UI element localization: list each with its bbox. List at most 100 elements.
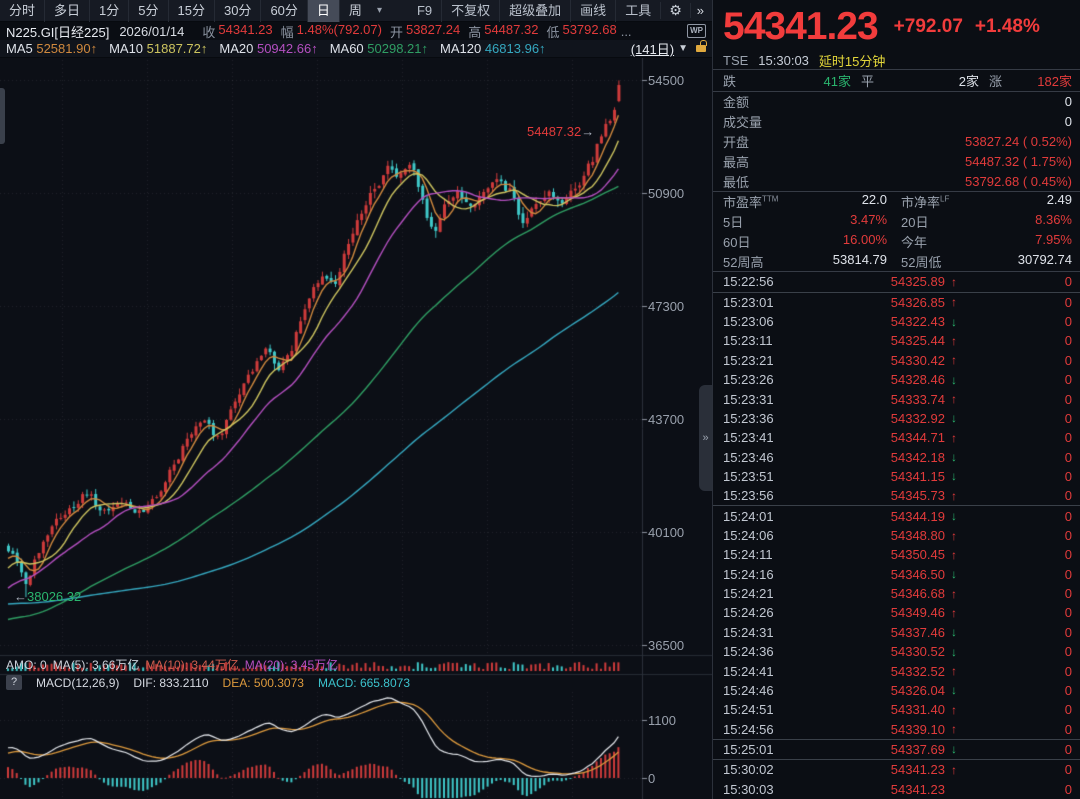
macd-values: MACD(12,26,9)DIF: 833.2110DEA: 500.3073M… — [36, 676, 424, 690]
tick-time: 15:24:31 — [723, 625, 815, 640]
tick-row[interactable]: 15:24:4154332.52↑0 — [713, 661, 1080, 680]
visible-period-label[interactable]: (141日) — [631, 39, 674, 58]
tick-row[interactable]: 15:30:0354341.230 — [713, 780, 1080, 799]
tick-row[interactable]: 15:24:0154344.19↓0 — [713, 506, 1080, 525]
tick-row[interactable]: 15:24:1654346.50↓0 — [713, 565, 1080, 584]
down-arrow-icon: ↓ — [945, 742, 963, 756]
symbol-name[interactable]: N225.GI[日经225] — [6, 22, 109, 41]
tick-row[interactable]: 15:30:0254341.23↑0 — [713, 760, 1080, 779]
tick-row[interactable]: 15:23:5654345.73↑0 — [713, 486, 1080, 506]
tick-time: 15:23:26 — [723, 372, 815, 387]
tick-row[interactable]: 15:24:2654349.46↑0 — [713, 603, 1080, 622]
ratio-label: 20日 — [901, 212, 928, 231]
up-arrow-icon: ↑ — [945, 763, 963, 777]
toolbar-button-超级叠加[interactable]: 超级叠加 — [499, 0, 570, 22]
tab-period-日[interactable]: 日 — [307, 0, 339, 22]
ratio-value: 16.00% — [843, 232, 887, 251]
unlock-icon[interactable] — [696, 45, 706, 52]
toolbar-button-不复权[interactable]: 不复权 — [441, 0, 499, 22]
stat-row[interactable]: 最低53792.68 ( 0.45%) — [713, 171, 1080, 192]
period-dropdown-icon[interactable]: ▼ — [678, 43, 688, 54]
stat-row[interactable]: 开盘53827.24 ( 0.52%) — [713, 132, 1080, 152]
flat-label: 平 — [861, 71, 874, 90]
wp-monitor-icon[interactable]: WP — [687, 24, 706, 38]
stat-value: 0 — [1065, 114, 1072, 129]
tick-row[interactable]: 15:23:3154333.74↑0 — [713, 389, 1080, 408]
y-axis-label: 40100 — [648, 525, 684, 540]
tab-period-1分[interactable]: 1分 — [89, 0, 128, 22]
quote-label: 收 — [202, 22, 215, 41]
left-panel-collapse-handle[interactable] — [0, 88, 5, 144]
tick-row[interactable]: 15:23:2154330.42↑0 — [713, 351, 1080, 370]
up-arrow-icon: ↑ — [945, 722, 963, 736]
quote-value: 54341.23 — [218, 22, 272, 41]
tick-row[interactable]: 15:25:0154337.69↓0 — [713, 740, 1080, 760]
up-arrow-icon: ↑ — [945, 606, 963, 620]
tick-row[interactable]: 15:23:3654332.92↓0 — [713, 409, 1080, 428]
tick-volume: 0 — [1065, 392, 1072, 407]
macd-y-axis-label: 0 — [648, 771, 655, 786]
tick-volume: 0 — [1065, 430, 1072, 445]
tick-row[interactable]: 15:24:1154350.45↑0 — [713, 545, 1080, 564]
tick-volume: 0 — [1065, 547, 1072, 562]
time-sales-list: 15:22:5654325.89↑015:23:0154326.85↑015:2… — [713, 272, 1080, 799]
tab-period-60分[interactable]: 60分 — [260, 0, 306, 22]
last-price-row: 54341.23 +792.07 +1.48% — [713, 0, 1080, 52]
ma-legend-bar: MA5 52581.90↑MA10 51887.72↑MA20 50942.66… — [0, 40, 712, 58]
ratio-row[interactable]: 5日3.47%20日8.36% — [713, 212, 1080, 232]
ratio-right: 今年7.95% — [887, 232, 1072, 251]
tick-row[interactable]: 15:23:4154344.71↑0 — [713, 428, 1080, 447]
tick-row[interactable]: 15:24:2154346.68↑0 — [713, 584, 1080, 603]
tab-period-分时[interactable]: 分时 — [0, 0, 44, 22]
tick-row[interactable]: 15:23:4654342.18↓0 — [713, 447, 1080, 466]
toolbar-button-画线[interactable]: 画线 — [570, 0, 615, 22]
stat-row[interactable]: 最高54487.32 ( 1.75%) — [713, 151, 1080, 171]
ratio-row[interactable]: 市盈率TTM22.0市净率LF2.49 — [713, 192, 1080, 212]
tick-row[interactable]: 15:24:3154337.46↓0 — [713, 623, 1080, 642]
ratio-label: 市盈率TTM — [723, 192, 778, 211]
toolbar-button-工具[interactable]: 工具 — [615, 0, 660, 22]
period-toolbar: 分时多日1分5分15分30分60分日周 ▾ F9不复权超级叠加画线工具 ⚙ » — [0, 0, 712, 22]
tick-row[interactable]: 15:23:1154325.44↑0 — [713, 331, 1080, 350]
quote-label: 高 — [468, 22, 481, 41]
stat-row[interactable]: 金额0 — [713, 92, 1080, 112]
tab-period-5分[interactable]: 5分 — [128, 0, 167, 22]
tick-row[interactable]: 15:23:0154326.85↑0 — [713, 293, 1080, 312]
tick-row[interactable]: 15:24:5654339.10↑0 — [713, 719, 1080, 739]
tick-row[interactable]: 15:22:5654325.89↑0 — [713, 272, 1080, 292]
tab-period-多日[interactable]: 多日 — [44, 0, 89, 22]
tick-price: 54349.46 — [815, 605, 945, 620]
y-axis-label: 43700 — [648, 412, 684, 427]
stat-row[interactable]: 成交量0 — [713, 112, 1080, 132]
gear-icon[interactable]: ⚙ — [660, 2, 690, 19]
tick-row[interactable]: 15:24:5154331.40↑0 — [713, 700, 1080, 719]
tab-period-周[interactable]: 周 — [339, 0, 371, 22]
tick-row[interactable]: 15:24:4654326.04↓0 — [713, 681, 1080, 700]
panel-collapse-handle[interactable]: » — [699, 385, 712, 491]
ratio-row[interactable]: 52周高53814.7952周低30792.74 — [713, 251, 1080, 271]
ma-value: 51887.72↑ — [147, 41, 208, 56]
tab-period-30分[interactable]: 30分 — [214, 0, 260, 22]
toolbar-button-F9[interactable]: F9 — [408, 0, 441, 22]
toolbar-overflow-icon[interactable]: » — [690, 3, 712, 18]
ratio-row[interactable]: 60日16.00%今年7.95% — [713, 232, 1080, 252]
up-arrow-icon: ↑ — [945, 529, 963, 543]
ma-legend-items: MA5 52581.90↑MA10 51887.72↑MA20 50942.66… — [6, 41, 558, 56]
quote-label: 低 — [546, 22, 559, 41]
help-icon[interactable]: ? — [6, 675, 22, 690]
ma-label: MA20 — [219, 41, 257, 56]
tick-price: 54332.52 — [815, 664, 945, 679]
amo-segment: AMO: 0 — [6, 658, 47, 672]
down-arrow-icon: ↓ — [945, 567, 963, 581]
tick-row[interactable]: 15:23:2654328.46↓0 — [713, 370, 1080, 389]
tick-row[interactable]: 15:23:5154341.15↓0 — [713, 467, 1080, 486]
tick-time: 15:23:31 — [723, 392, 815, 407]
tick-row[interactable]: 15:24:3654330.52↓0 — [713, 642, 1080, 661]
tick-price: 54346.50 — [815, 567, 945, 582]
tab-period-15分[interactable]: 15分 — [168, 0, 214, 22]
down-arrow-icon: ↓ — [945, 469, 963, 483]
tick-row[interactable]: 15:23:0654322.43↓0 — [713, 312, 1080, 331]
tick-row[interactable]: 15:24:0654348.80↑0 — [713, 526, 1080, 545]
more-periods-dropdown-icon[interactable]: ▾ — [371, 5, 388, 16]
amo-segment: MA(5): 3.66万亿 — [53, 658, 140, 672]
